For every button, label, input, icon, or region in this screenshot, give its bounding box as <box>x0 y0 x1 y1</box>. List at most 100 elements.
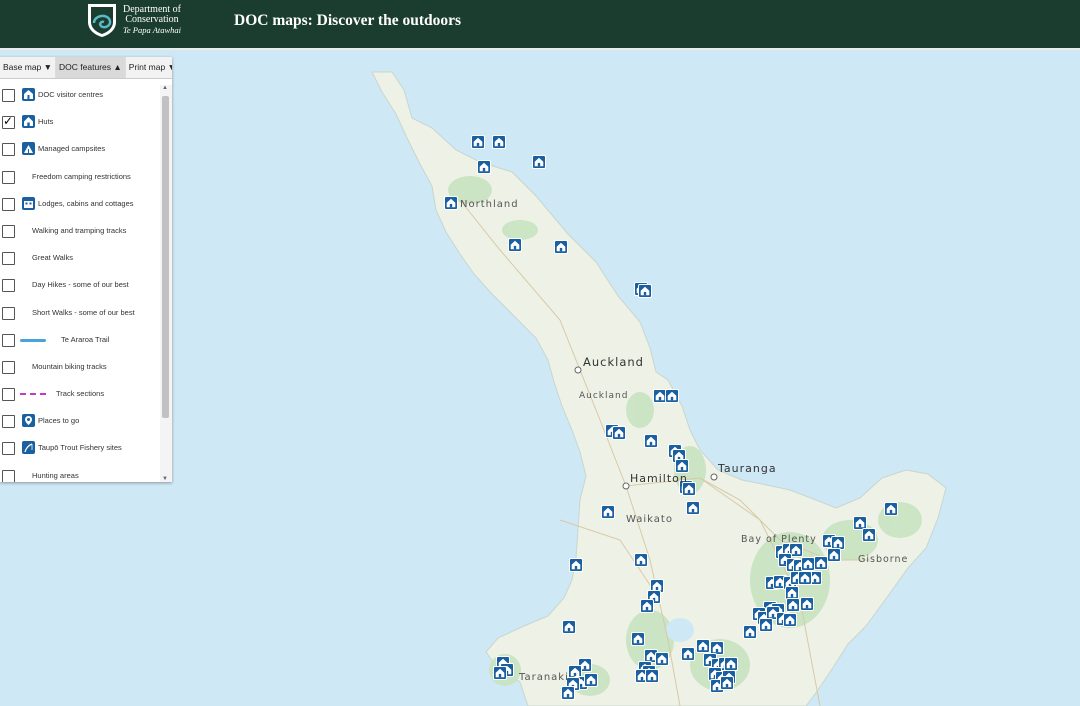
campsite-icon <box>22 142 35 156</box>
hut-marker-icon[interactable] <box>759 618 773 632</box>
te-araroa-line-icon <box>20 338 46 342</box>
tab-base-map[interactable]: Base map ▼ <box>0 57 57 78</box>
layer-row[interactable]: DOC visitor centres <box>0 85 160 112</box>
hut-marker-icon[interactable] <box>634 553 648 567</box>
hut-marker-icon[interactable] <box>645 669 659 683</box>
lodge-icon <box>22 196 35 210</box>
layer-row[interactable]: Huts <box>0 112 160 139</box>
tab-print-map[interactable]: Print map ▼ <box>126 57 172 78</box>
scroll-thumb[interactable] <box>162 96 169 418</box>
layer-row[interactable]: Te Araroa Trail <box>0 330 160 357</box>
layer-row[interactable]: Short Walks - some of our best <box>0 303 160 330</box>
label-tauranga: Tauranga <box>717 462 777 475</box>
hut-marker-icon[interactable] <box>644 434 658 448</box>
layer-checkbox[interactable] <box>2 333 15 347</box>
layer-row[interactable]: Track sections <box>0 384 160 411</box>
scroll-down-arrow-icon[interactable]: ▼ <box>162 476 168 482</box>
layer-row[interactable]: Freedom camping restrictions <box>0 167 160 194</box>
hut-marker-icon[interactable] <box>612 426 626 440</box>
layer-checkbox[interactable] <box>2 170 15 184</box>
hut-marker-icon[interactable] <box>827 548 841 562</box>
layer-checkbox[interactable] <box>2 143 15 157</box>
hut-marker-icon[interactable] <box>477 160 491 174</box>
layer-label: Great Walks <box>32 253 73 263</box>
layer-list: DOC visitor centres Huts Managed campsites… <box>0 85 160 482</box>
hut-marker-icon[interactable] <box>532 155 546 169</box>
hut-marker-icon[interactable] <box>665 389 679 403</box>
layer-checkbox[interactable] <box>2 224 15 238</box>
hut-marker-icon[interactable] <box>814 556 828 570</box>
layer-label: Taupō Trout Fishery sites <box>38 443 122 453</box>
layer-checkbox[interactable] <box>2 114 15 130</box>
layer-checkbox[interactable] <box>2 469 15 482</box>
hut-marker-icon[interactable] <box>554 240 568 254</box>
layers-panel: Base map ▼ DOC features ▲ Print map ▼ DOC … <box>0 57 172 482</box>
layer-row[interactable]: Managed campsites <box>0 139 160 166</box>
app-header: Department of Conservation Te Papa Atawh… <box>0 0 1080 48</box>
hut-marker-icon[interactable] <box>493 666 507 680</box>
hut-marker-icon[interactable] <box>853 516 867 530</box>
hut-marker-icon[interactable] <box>655 652 669 666</box>
layer-row[interactable]: Places to go <box>0 411 160 438</box>
hut-marker-icon[interactable] <box>831 536 845 550</box>
hut-marker-icon[interactable] <box>444 196 458 210</box>
hut-marker-icon[interactable] <box>884 502 898 516</box>
layer-row[interactable]: Mountain biking tracks <box>0 357 160 384</box>
layer-checkbox[interactable] <box>2 442 15 456</box>
hut-marker-icon[interactable] <box>800 597 814 611</box>
hut-marker-icon[interactable] <box>696 639 710 653</box>
layer-label: Short Walks - some of our best <box>32 307 135 317</box>
layer-label: Track sections <box>56 389 105 399</box>
hut-marker-icon[interactable] <box>783 613 797 627</box>
scroll-up-arrow-icon[interactable]: ▲ <box>162 85 168 91</box>
layer-row[interactable]: Great Walks <box>0 248 160 275</box>
hut-marker-icon[interactable] <box>471 135 485 149</box>
layer-checkbox[interactable] <box>2 197 15 211</box>
hut-marker-icon[interactable] <box>569 558 583 572</box>
hut-marker-icon[interactable] <box>686 501 700 515</box>
fishery-icon <box>22 441 35 455</box>
org-line3: Te Papa Atawhai <box>122 25 182 35</box>
hut-marker-icon[interactable] <box>681 647 695 661</box>
hut-marker-icon[interactable] <box>801 557 815 571</box>
hut-marker-icon[interactable] <box>653 389 667 403</box>
layer-checkbox[interactable] <box>2 306 15 320</box>
layer-checkbox[interactable] <box>2 279 15 293</box>
hut-marker-icon[interactable] <box>724 657 738 671</box>
hut-marker-icon[interactable] <box>798 571 812 585</box>
hut-marker-icon[interactable] <box>601 505 615 519</box>
layer-checkbox[interactable] <box>2 388 15 402</box>
auckland-city-dot <box>574 366 582 374</box>
hut-marker-icon[interactable] <box>508 238 522 252</box>
hut-marker-icon[interactable] <box>562 620 576 634</box>
hut-marker-icon[interactable] <box>785 586 799 600</box>
layer-row[interactable]: Hunting areas <box>0 466 160 482</box>
layer-label: Te Araroa Trail <box>61 334 110 344</box>
hut-marker-icon[interactable] <box>710 641 724 655</box>
hut-marker-icon[interactable] <box>638 284 652 298</box>
hut-marker-icon[interactable] <box>720 676 734 690</box>
layer-row[interactable]: Lodges, cabins and cottages <box>0 194 160 221</box>
layer-row[interactable]: Taupō Trout Fishery sites <box>0 438 160 465</box>
layer-label: Freedom camping restrictions <box>32 171 131 181</box>
tab-doc-features[interactable]: DOC features ▲ <box>56 57 126 78</box>
layer-checkbox[interactable] <box>2 89 15 102</box>
hut-marker-icon[interactable] <box>786 598 800 612</box>
hut-marker-icon[interactable] <box>675 459 689 473</box>
layer-checkbox[interactable] <box>2 252 15 266</box>
layer-checkbox[interactable] <box>2 415 15 429</box>
hut-marker-icon[interactable] <box>640 599 654 613</box>
layer-row[interactable]: Walking and tramping tracks <box>0 221 160 248</box>
label-bay-of-plenty: Bay of Plenty <box>741 534 817 545</box>
layer-checkbox[interactable] <box>2 360 15 374</box>
hut-marker-icon[interactable] <box>561 686 575 700</box>
hut-marker-icon[interactable] <box>743 625 757 639</box>
hut-marker-icon[interactable] <box>631 632 645 646</box>
label-taranaki: Taranaki <box>518 672 569 683</box>
doc-logo-icon[interactable] <box>86 2 118 38</box>
panel-scrollbar[interactable]: ▲ ▼ <box>160 85 172 482</box>
hut-marker-icon[interactable] <box>584 673 598 687</box>
layer-row[interactable]: Day Hikes - some of our best <box>0 275 160 302</box>
hut-marker-icon[interactable] <box>862 528 876 542</box>
hut-marker-icon[interactable] <box>492 135 506 149</box>
